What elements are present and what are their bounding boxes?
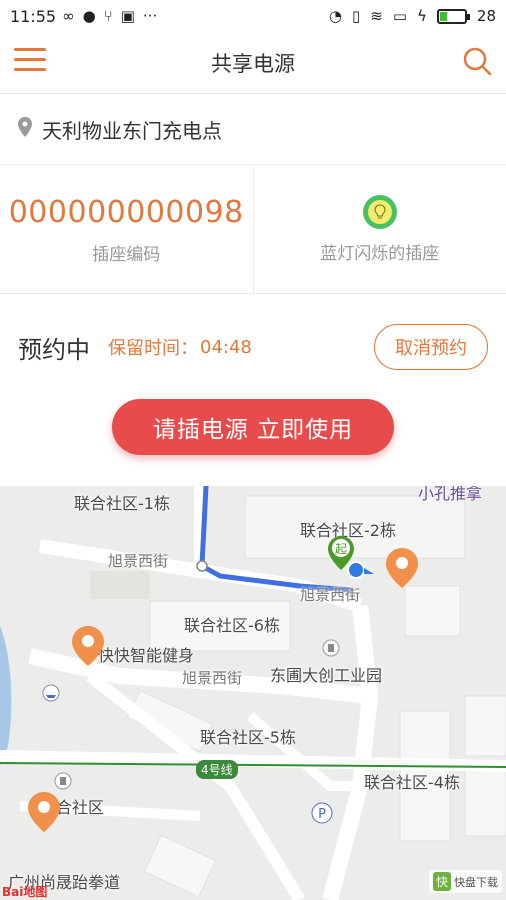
status-time: 11:55 bbox=[10, 6, 57, 26]
page-title: 共享电源 bbox=[211, 51, 295, 76]
charging-point-marker-icon[interactable] bbox=[386, 548, 418, 592]
indicator-label: 蓝灯闪烁的插座 bbox=[320, 244, 440, 264]
restaurant-icon: ⑂ bbox=[103, 7, 113, 25]
map-label-lianhe-5: 联合社区-5栋 bbox=[200, 728, 296, 747]
map-label-lianhe-6: 联合社区-6栋 bbox=[184, 616, 280, 635]
map-label-top-right: 小孔推拿 bbox=[418, 486, 483, 503]
map-label-xujing-1: 旭景西街 bbox=[108, 552, 169, 570]
charging-point-marker-icon[interactable] bbox=[72, 626, 104, 670]
poi-boat-icon bbox=[42, 684, 60, 706]
location-row: 天利物业东门充电点 bbox=[0, 95, 506, 165]
infinity-icon: ∞ bbox=[62, 7, 75, 25]
watermark-logo-icon: 快 bbox=[432, 872, 451, 891]
reservation-time: 04:48 bbox=[200, 336, 252, 358]
battery-level: 28 bbox=[476, 7, 496, 25]
reservation-row: 预约中 保留时间： 04:48 取消预约 bbox=[0, 295, 506, 399]
baidu-map-logo: Bai地图 bbox=[2, 885, 48, 899]
watermark: 快 快盘下载 bbox=[428, 870, 502, 893]
parking-icon: P bbox=[311, 802, 333, 828]
map-label-xujing-3: 旭景西街 bbox=[182, 669, 243, 687]
map-label-kuaikuai: 快快智能健身 bbox=[98, 646, 195, 665]
parking-label: P bbox=[318, 807, 326, 822]
map-label-xujing-2: 旭景西街 bbox=[300, 586, 361, 604]
vibrate-icon: ▯ bbox=[351, 7, 361, 25]
map-label-lianhe-1: 联合社区-1栋 bbox=[74, 494, 170, 513]
app-bar: 共享电源 bbox=[0, 32, 506, 94]
status-bar: 11:55 ∞ ● ⑂ ▣ ··· ◔ ▯ ≋ ▭ ϟ 28 bbox=[0, 0, 506, 32]
current-location-icon bbox=[346, 560, 376, 584]
start-marker-label: 起 bbox=[335, 542, 347, 556]
image-icon: ▣ bbox=[120, 7, 135, 25]
charging-point-marker-icon[interactable] bbox=[28, 792, 60, 836]
more-icon: ··· bbox=[142, 7, 158, 25]
map-view[interactable]: 联合社区-1栋 联合社区-2栋 小孔推拿 旭景西街 旭景西街 联合社区-6栋 快… bbox=[0, 486, 506, 900]
location-name: 天利物业东门充电点 bbox=[42, 119, 222, 143]
socket-code: 000000000098 bbox=[8, 194, 244, 230]
use-now-button[interactable]: 请插电源 立即使用 bbox=[112, 399, 394, 455]
charging-icon: ϟ bbox=[417, 7, 427, 25]
reservation-time-label: 保留时间： bbox=[108, 338, 198, 359]
cast-icon: ▭ bbox=[392, 7, 407, 25]
lightbulb-icon bbox=[362, 195, 397, 229]
poi-building-icon bbox=[54, 772, 72, 794]
map-label-lianhe-4: 联合社区-4栋 bbox=[364, 773, 460, 792]
location-pin-icon bbox=[18, 117, 32, 142]
search-icon[interactable] bbox=[462, 46, 492, 76]
metro-line-badge: 4号线 bbox=[196, 760, 238, 779]
account-icon: ● bbox=[82, 7, 96, 25]
reservation-status: 预约中 bbox=[18, 335, 90, 364]
socket-code-label: 插座编码 bbox=[92, 244, 161, 265]
map-label-dongyuan: 东圃大创工业园 bbox=[270, 666, 383, 685]
menu-icon[interactable] bbox=[14, 48, 46, 76]
cancel-reservation-button[interactable]: 取消预约 bbox=[374, 324, 488, 370]
wifi-icon: ≋ bbox=[370, 7, 383, 25]
map-base bbox=[0, 486, 506, 900]
poi-building-icon bbox=[322, 639, 340, 661]
battery-icon bbox=[436, 8, 470, 24]
socket-info: 000000000098 插座编码 蓝灯闪烁的插座 bbox=[0, 166, 506, 294]
nfc-icon: ◔ bbox=[328, 7, 342, 25]
